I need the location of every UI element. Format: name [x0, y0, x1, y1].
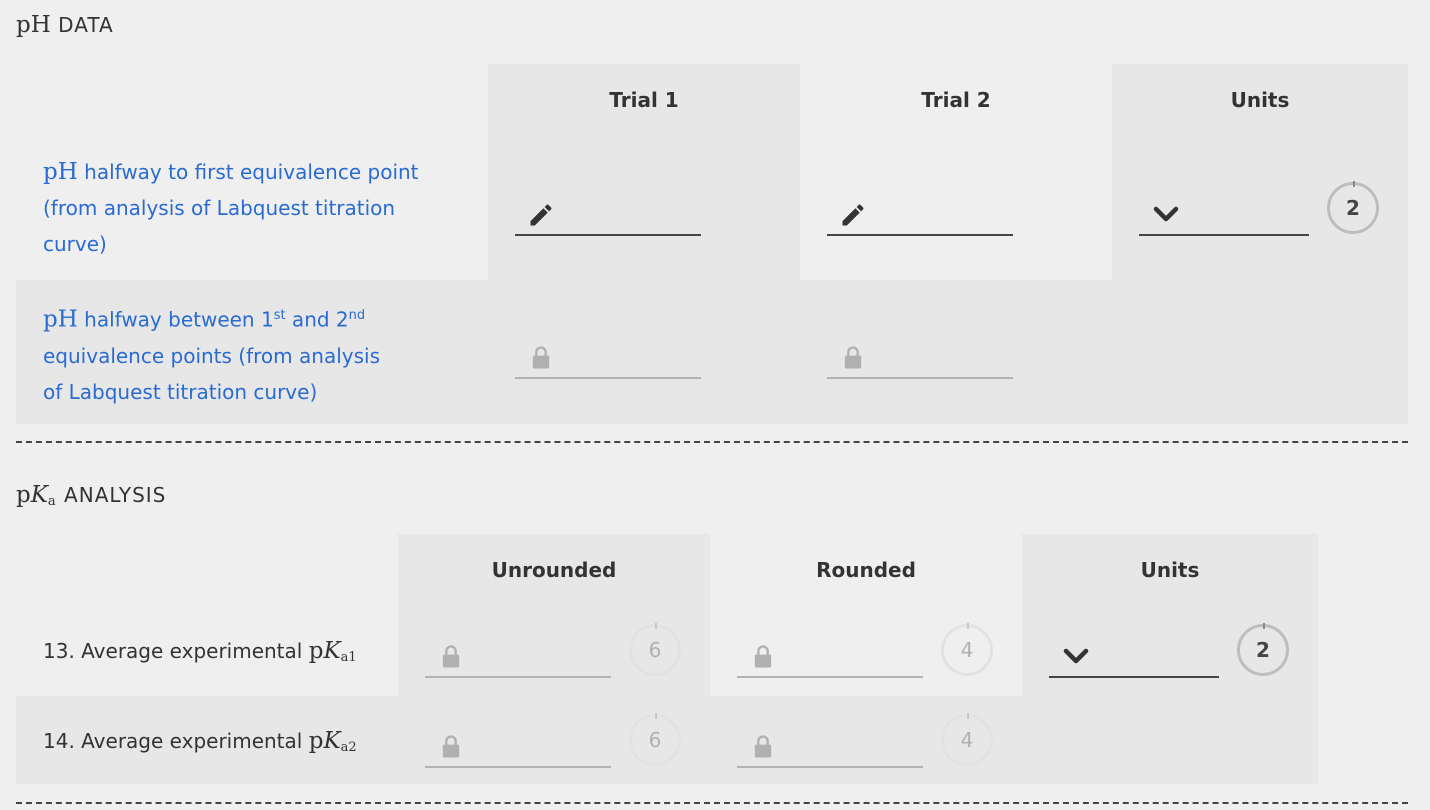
- lock-icon: [442, 645, 460, 668]
- label-line: halfway to first equivalence point: [77, 160, 419, 184]
- sigfig-badge-units-ph: 2: [1327, 181, 1379, 234]
- pka-analysis-section-title: pKa ANALYSIS: [16, 482, 166, 509]
- badge-tick: [655, 713, 657, 719]
- sigfig-count: 6: [648, 728, 662, 752]
- pka1-unrounded-input: [425, 636, 611, 678]
- chevron-down-icon: [1063, 648, 1089, 664]
- label-line: of Labquest titration curve): [43, 379, 318, 404]
- sigfig-count: 2: [1346, 196, 1360, 220]
- sigfig-count: 2: [1256, 638, 1270, 662]
- ph-symbol: pH: [43, 159, 78, 185]
- trial2-ph-between-input: [827, 337, 1013, 379]
- col-head-trial1: Trial 1: [609, 88, 679, 112]
- sigfig-badge-pka1-unrounded: 6: [629, 623, 681, 676]
- math-p: p: [308, 638, 324, 664]
- ordinal-sup: nd: [348, 308, 366, 323]
- pka2-unrounded-input: [425, 726, 611, 768]
- pka-symbol: pK: [16, 482, 48, 508]
- sigfig-badge-pka1-rounded: 4: [941, 623, 993, 676]
- math-sub: a: [47, 494, 57, 509]
- pencil-icon: [530, 204, 552, 226]
- label-line: curve): [43, 232, 107, 256]
- lock-icon: [754, 645, 772, 668]
- units-pka-dropdown[interactable]: [1049, 636, 1219, 678]
- section-divider: [16, 802, 1408, 804]
- label-part: and 2: [285, 307, 349, 332]
- row-label-ph-between-equivalence[interactable]: pH halfway between 1st and 2nd equivalen…: [43, 298, 473, 410]
- chevron-down-icon: [1153, 206, 1179, 222]
- label-line: (from analysis of Labquest titration: [43, 196, 396, 220]
- pka2-symbol: pK: [309, 728, 341, 754]
- badge-tick: [967, 713, 969, 719]
- badge-tick: [1263, 623, 1265, 629]
- col-head-units: Units: [1140, 558, 1200, 582]
- col-head-unrounded: Unrounded: [491, 558, 617, 582]
- label-part: halfway between 1: [77, 307, 274, 332]
- trial1-ph-between-input: [515, 337, 701, 379]
- ph-symbol: pH: [43, 306, 78, 333]
- badge-tick: [1353, 181, 1355, 187]
- math-p: p: [16, 482, 31, 508]
- sigfig-count: 6: [648, 638, 662, 662]
- math-k: K: [323, 728, 341, 754]
- label-text: 13. Average experimental: [43, 639, 309, 663]
- label-text: 14. Average experimental: [43, 729, 309, 753]
- ordinal-sup: st: [273, 308, 286, 323]
- pka1-rounded-input: [737, 636, 923, 678]
- pka2-rounded-input: [737, 726, 923, 768]
- ph-data-section-title: pH DATA: [16, 12, 114, 38]
- sigfig-badge-pka2-unrounded: 6: [629, 713, 681, 766]
- badge-tick: [655, 623, 657, 629]
- section-divider: [16, 441, 1408, 443]
- sigfig-badge-units-pka: 2: [1237, 623, 1289, 676]
- col-head-trial2: Trial 2: [921, 88, 991, 112]
- ph-symbol: pH: [16, 12, 51, 38]
- col-head-rounded: Rounded: [816, 558, 916, 582]
- lock-icon: [532, 346, 550, 369]
- math-p: p: [308, 728, 324, 754]
- lock-icon: [844, 346, 862, 369]
- math-k: K: [323, 638, 341, 664]
- units-ph-dropdown[interactable]: [1139, 194, 1309, 236]
- trial1-ph-first-input[interactable]: [515, 194, 701, 236]
- section-title-text: ANALYSIS: [64, 483, 167, 507]
- math-sub: a1: [340, 650, 357, 665]
- label-line: equivalence points (from analysis: [43, 343, 380, 368]
- col-head-units: Units: [1230, 88, 1290, 112]
- trial2-ph-first-input[interactable]: [827, 194, 1013, 236]
- pencil-icon: [842, 204, 864, 226]
- pka1-symbol: pK: [309, 638, 341, 664]
- badge-tick: [967, 623, 969, 629]
- sigfig-count: 4: [960, 638, 974, 662]
- row-label-avg-pka1: 13. Average experimental pKa1: [43, 633, 403, 676]
- row-label-ph-first-equivalence[interactable]: pH halfway to first equivalence point (f…: [43, 154, 473, 262]
- sigfig-count: 4: [960, 728, 974, 752]
- math-k: K: [30, 482, 48, 508]
- section-title-text: DATA: [58, 13, 114, 37]
- sigfig-badge-pka2-rounded: 4: [941, 713, 993, 766]
- lock-icon: [754, 735, 772, 758]
- row-label-avg-pka2: 14. Average experimental pKa2: [43, 723, 403, 766]
- lock-icon: [442, 735, 460, 758]
- math-sub: a2: [340, 740, 357, 755]
